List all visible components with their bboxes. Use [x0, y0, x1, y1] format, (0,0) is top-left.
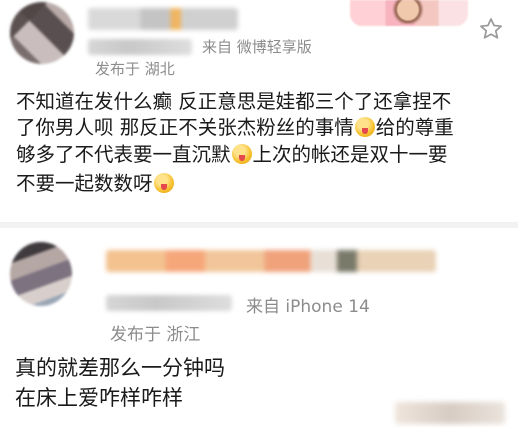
post-location: 发布于 浙江 [110, 325, 201, 345]
user-meta-redacted [106, 295, 232, 311]
redacted-region [395, 402, 505, 424]
post-location: 发布于 湖北 [95, 60, 175, 78]
favorite-star-icon[interactable] [478, 16, 504, 42]
comment-text-line: 在床上爱咋样咋样 [15, 386, 183, 410]
avatar[interactable] [10, 2, 74, 64]
username-redacted[interactable] [88, 8, 238, 30]
username-redacted[interactable] [106, 250, 436, 272]
tongue-emoji-icon [153, 173, 174, 193]
post-source: 来自 微博轻享版 [202, 38, 312, 56]
decor-banner-image [386, 0, 430, 24]
post-source: 来自 iPhone 14 [246, 297, 370, 317]
comment-text-line: 了你男人呗 那反正不关张杰粉丝的事情 给的尊重 [16, 116, 454, 139]
comment-text-line: 不知道在发什么癫 反正意思是娃都三个了还拿捏不 [16, 90, 452, 113]
comment-text-line: 不要一起数数呀 [16, 172, 175, 196]
comment-text-line: 够多了不代表要一直沉默 上次的帐还是双十一要 [16, 143, 448, 166]
comment-card-2: 来自 iPhone 14 发布于 浙江 真的就差那么一分钟吗 在床上爱咋样咋样 [0, 228, 518, 427]
avatar[interactable] [10, 242, 72, 306]
user-meta-redacted [88, 39, 192, 55]
comment-text-line: 真的就差那么一分钟吗 [15, 356, 225, 380]
tongue-emoji-icon [231, 144, 252, 164]
tongue-emoji-icon [354, 117, 375, 137]
comment-card-1: 来自 微博轻享版 发布于 湖北 不知道在发什么癫 反正意思是娃都三个了还拿捏不 … [0, 0, 518, 222]
